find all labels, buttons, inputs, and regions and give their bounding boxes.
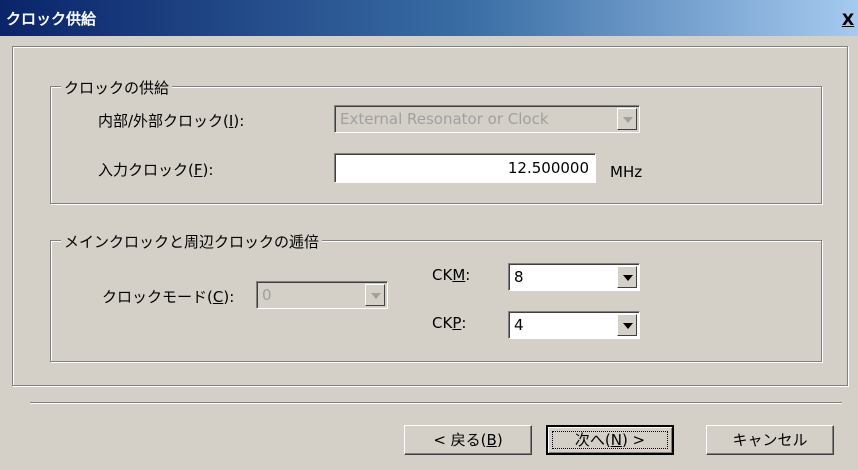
ckm-select[interactable]: 8 — [508, 263, 640, 291]
ckp-label: CKP: — [432, 314, 467, 332]
chevron-down-icon[interactable] — [617, 266, 637, 288]
ckm-value: 8 — [514, 268, 524, 286]
close-icon[interactable]: X — [838, 10, 858, 30]
clock-supply-group: クロックの供給 — [50, 77, 822, 204]
back-button[interactable]: < 戻る(B) — [404, 425, 532, 455]
input-clock-label: 入力クロック(F): — [98, 161, 214, 179]
clock-mode-select[interactable]: 0 — [256, 281, 388, 309]
title-bar[interactable]: クロック供給 X — [0, 0, 858, 36]
clock-multiplier-legend: メインクロックと周辺クロックの逓倍 — [61, 231, 323, 252]
chevron-down-icon[interactable] — [617, 314, 637, 336]
internal-external-label: 内部/外部クロック(I): — [98, 112, 245, 130]
chevron-down-icon[interactable] — [617, 108, 637, 130]
cancel-button[interactable]: キャンセル — [706, 425, 834, 455]
input-clock-field[interactable]: 12.500000 — [334, 153, 596, 183]
dialog-title: クロック供給 — [6, 10, 97, 28]
internal-external-value: External Resonator or Clock — [340, 110, 549, 128]
clock-mode-label: クロックモード(C): — [102, 288, 235, 306]
ckp-select[interactable]: 4 — [508, 311, 640, 339]
focus-rect — [552, 431, 668, 449]
dialog-window: クロック供給 X クロックの供給 内部/外部クロック(I): External … — [0, 0, 858, 470]
internal-external-select[interactable]: External Resonator or Clock — [334, 105, 640, 133]
chevron-down-icon[interactable] — [365, 284, 385, 306]
button-separator — [30, 402, 842, 404]
clock-mode-value: 0 — [262, 286, 272, 304]
ckp-value: 4 — [514, 316, 524, 334]
clock-supply-legend: クロックの供給 — [61, 77, 173, 98]
input-clock-unit: MHz — [610, 163, 643, 181]
ckm-label: CKM: — [432, 266, 471, 284]
next-button[interactable]: 次へ(N) > — [546, 425, 674, 455]
input-clock-value: 12.500000 — [507, 159, 589, 177]
